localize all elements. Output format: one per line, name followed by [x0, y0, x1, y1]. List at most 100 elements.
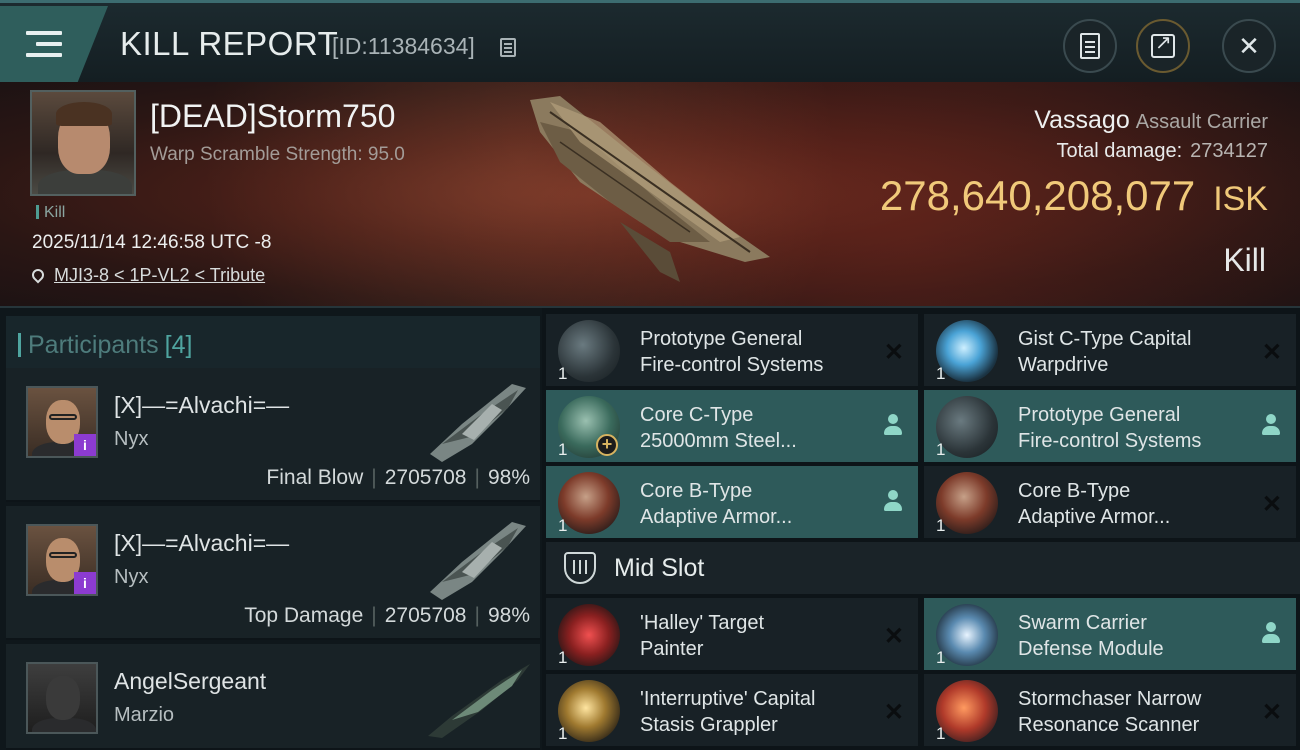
kill-tag: Kill — [36, 204, 65, 222]
module-quantity: 1 — [558, 648, 568, 667]
ship-name: Vassago — [1034, 106, 1130, 134]
module-name: Prototype General Fire-control Systems — [1018, 404, 1202, 452]
participant-ship-image — [428, 664, 530, 738]
close-icon: ✕ — [1238, 30, 1260, 61]
participant-role: Top Damage — [244, 604, 364, 627]
participant-name: [X]—=Alvachi=— — [114, 392, 290, 418]
report-id: [ID:11384634] — [332, 33, 475, 59]
destroyed-icon: ✕ — [1261, 339, 1282, 366]
total-damage: Total damage: 2734127 — [1056, 140, 1268, 163]
ship-class: Assault Carrier — [1135, 111, 1268, 133]
participant-name: AngelSergeant — [114, 668, 267, 694]
module-name: Gist C-Type Capital Warpdrive — [1018, 328, 1192, 376]
module-quantity: 1 — [558, 516, 568, 535]
module-quantity: 1 — [936, 516, 946, 535]
participant-row[interactable]: i [X]—=Alvachi=— Nyx Top Damage | 2705708 |… — [6, 506, 540, 640]
victim-name[interactable]: [DEAD]Storm750 — [150, 98, 395, 135]
module-item[interactable]: 1 Core B-Type Adaptive Armor... — [546, 466, 918, 538]
destroyed-icon: ✕ — [883, 339, 904, 366]
victim-banner: [DEAD]Storm750 Warp Scramble Strength: 9… — [0, 82, 1300, 308]
isk-value: 278,640,208,077 ISK — [880, 172, 1268, 220]
isk-unit: ISK — [1213, 180, 1268, 218]
module-item[interactable]: 1 Prototype General Fire-control Systems — [924, 390, 1296, 462]
victim-ship-image — [530, 96, 770, 282]
kill-result: Kill — [1223, 242, 1266, 278]
module-quantity: 1 — [558, 440, 568, 459]
plus-icon: + — [596, 434, 618, 456]
participant-stats: Top Damage | 2705708 | 98% — [244, 604, 530, 627]
module-quantity: 1 — [936, 440, 946, 459]
destroyed-icon: ✕ — [883, 699, 904, 726]
module-quantity: 1 — [558, 364, 568, 383]
location-pin-icon — [29, 266, 47, 284]
isk-amount: 278,640,208,077 — [879, 172, 1196, 219]
module-name: Core B-Type Adaptive Armor... — [640, 480, 793, 528]
participant-ship-image — [430, 522, 526, 600]
destroyed-icon: ✕ — [1261, 491, 1282, 518]
module-item[interactable]: 1 'Interruptive' Capital Stasis Grappler … — [546, 674, 918, 746]
role-badge-icon: i — [74, 434, 96, 456]
copy-id-icon[interactable] — [500, 38, 516, 57]
avatar[interactable] — [26, 662, 98, 734]
module-quantity: 1 — [936, 724, 946, 743]
participant-row[interactable]: i [X]—=Alvachi=— Nyx Final Blow | 2705708 |… — [6, 368, 540, 502]
share-icon — [1151, 30, 1175, 58]
participant-damage: 2705708 — [384, 466, 467, 489]
dropped-icon — [1262, 414, 1280, 436]
destroyed-icon: ✕ — [883, 623, 904, 650]
module-name: Swarm Carrier Defense Module — [1018, 612, 1164, 660]
avatar[interactable]: i — [26, 524, 98, 596]
module-name: Prototype General Fire-control Systems — [640, 328, 824, 376]
dropped-icon — [884, 490, 902, 512]
location-link[interactable]: MJI3-8 < 1P-VL2 < Tribute — [54, 265, 265, 285]
module-item[interactable]: 1 Stormchaser Narrow Resonance Scanner ✕ — [924, 674, 1296, 746]
participant-percent: 98% — [487, 604, 530, 627]
module-item[interactable]: 1 Swarm Carrier Defense Module — [924, 598, 1296, 670]
kill-location[interactable]: MJI3-8 < 1P-VL2 < Tribute — [29, 265, 265, 286]
module-item[interactable]: 1 Core B-Type Adaptive Armor... ✕ — [924, 466, 1296, 538]
dropped-icon — [1262, 622, 1280, 644]
participants-header: Participants [4] — [6, 316, 540, 370]
module-quantity: 1 — [936, 364, 946, 383]
total-damage-value: 2734127 — [1190, 140, 1268, 162]
close-button[interactable]: ✕ — [1222, 19, 1276, 73]
module-item[interactable]: 1 Prototype General Fire-control Systems … — [546, 314, 918, 386]
header-bar: KILL REPORT [ID:11384634] ✕ — [0, 0, 1300, 82]
participant-ship: Nyx — [114, 566, 149, 588]
module-item[interactable]: 1 Gist C-Type Capital Warpdrive ✕ — [924, 314, 1296, 386]
module-item[interactable]: + 1 Core C-Type 25000mm Steel... — [546, 390, 918, 462]
module-name: Stormchaser Narrow Resonance Scanner — [1018, 688, 1202, 736]
warp-scramble-strength: Warp Scramble Strength: 95.0 — [150, 144, 405, 165]
report-button[interactable] — [1063, 19, 1117, 73]
hamburger-icon — [26, 31, 62, 57]
destroyed-icon: ✕ — [1261, 699, 1282, 726]
mid-slot-header: Mid Slot — [546, 542, 1300, 594]
fitting-panel: 1 Prototype General Fire-control Systems … — [546, 308, 1300, 750]
participant-row[interactable]: AngelSergeant Marzio — [6, 644, 540, 750]
participants-count: [4] — [164, 331, 193, 359]
participant-ship-image — [430, 384, 526, 462]
mid-slot-icon — [564, 552, 596, 584]
module-item[interactable]: 1 'Halley' Target Painter ✕ — [546, 598, 918, 670]
clipboard-icon — [1080, 33, 1100, 59]
role-badge-icon: i — [74, 572, 96, 594]
participant-damage: 2705708 — [384, 604, 467, 627]
mid-slot-label: Mid Slot — [614, 554, 705, 582]
avatar[interactable]: i — [26, 386, 98, 458]
victim-avatar[interactable] — [30, 90, 136, 196]
module-quantity: 1 — [558, 724, 568, 743]
module-quantity: 1 — [936, 648, 946, 667]
participant-role: Final Blow — [266, 466, 364, 489]
participant-name: [X]—=Alvachi=— — [114, 530, 290, 556]
module-name: Core B-Type Adaptive Armor... — [1018, 480, 1171, 528]
participants-panel: Participants [4] i [X]—=Alvachi=— Nyx Fin… — [0, 308, 542, 750]
participant-stats: Final Blow | 2705708 | 98% — [266, 466, 530, 489]
victim-ship-title[interactable]: Vassago Assault Carrier — [1034, 106, 1268, 135]
module-name: 'Interruptive' Capital Stasis Grappler — [640, 688, 816, 736]
module-name: 'Halley' Target Painter — [640, 612, 764, 660]
participant-percent: 98% — [487, 466, 530, 489]
total-damage-label: Total damage: — [1056, 140, 1183, 162]
menu-button[interactable] — [0, 6, 108, 82]
dropped-icon — [884, 414, 902, 436]
share-button[interactable] — [1136, 19, 1190, 73]
